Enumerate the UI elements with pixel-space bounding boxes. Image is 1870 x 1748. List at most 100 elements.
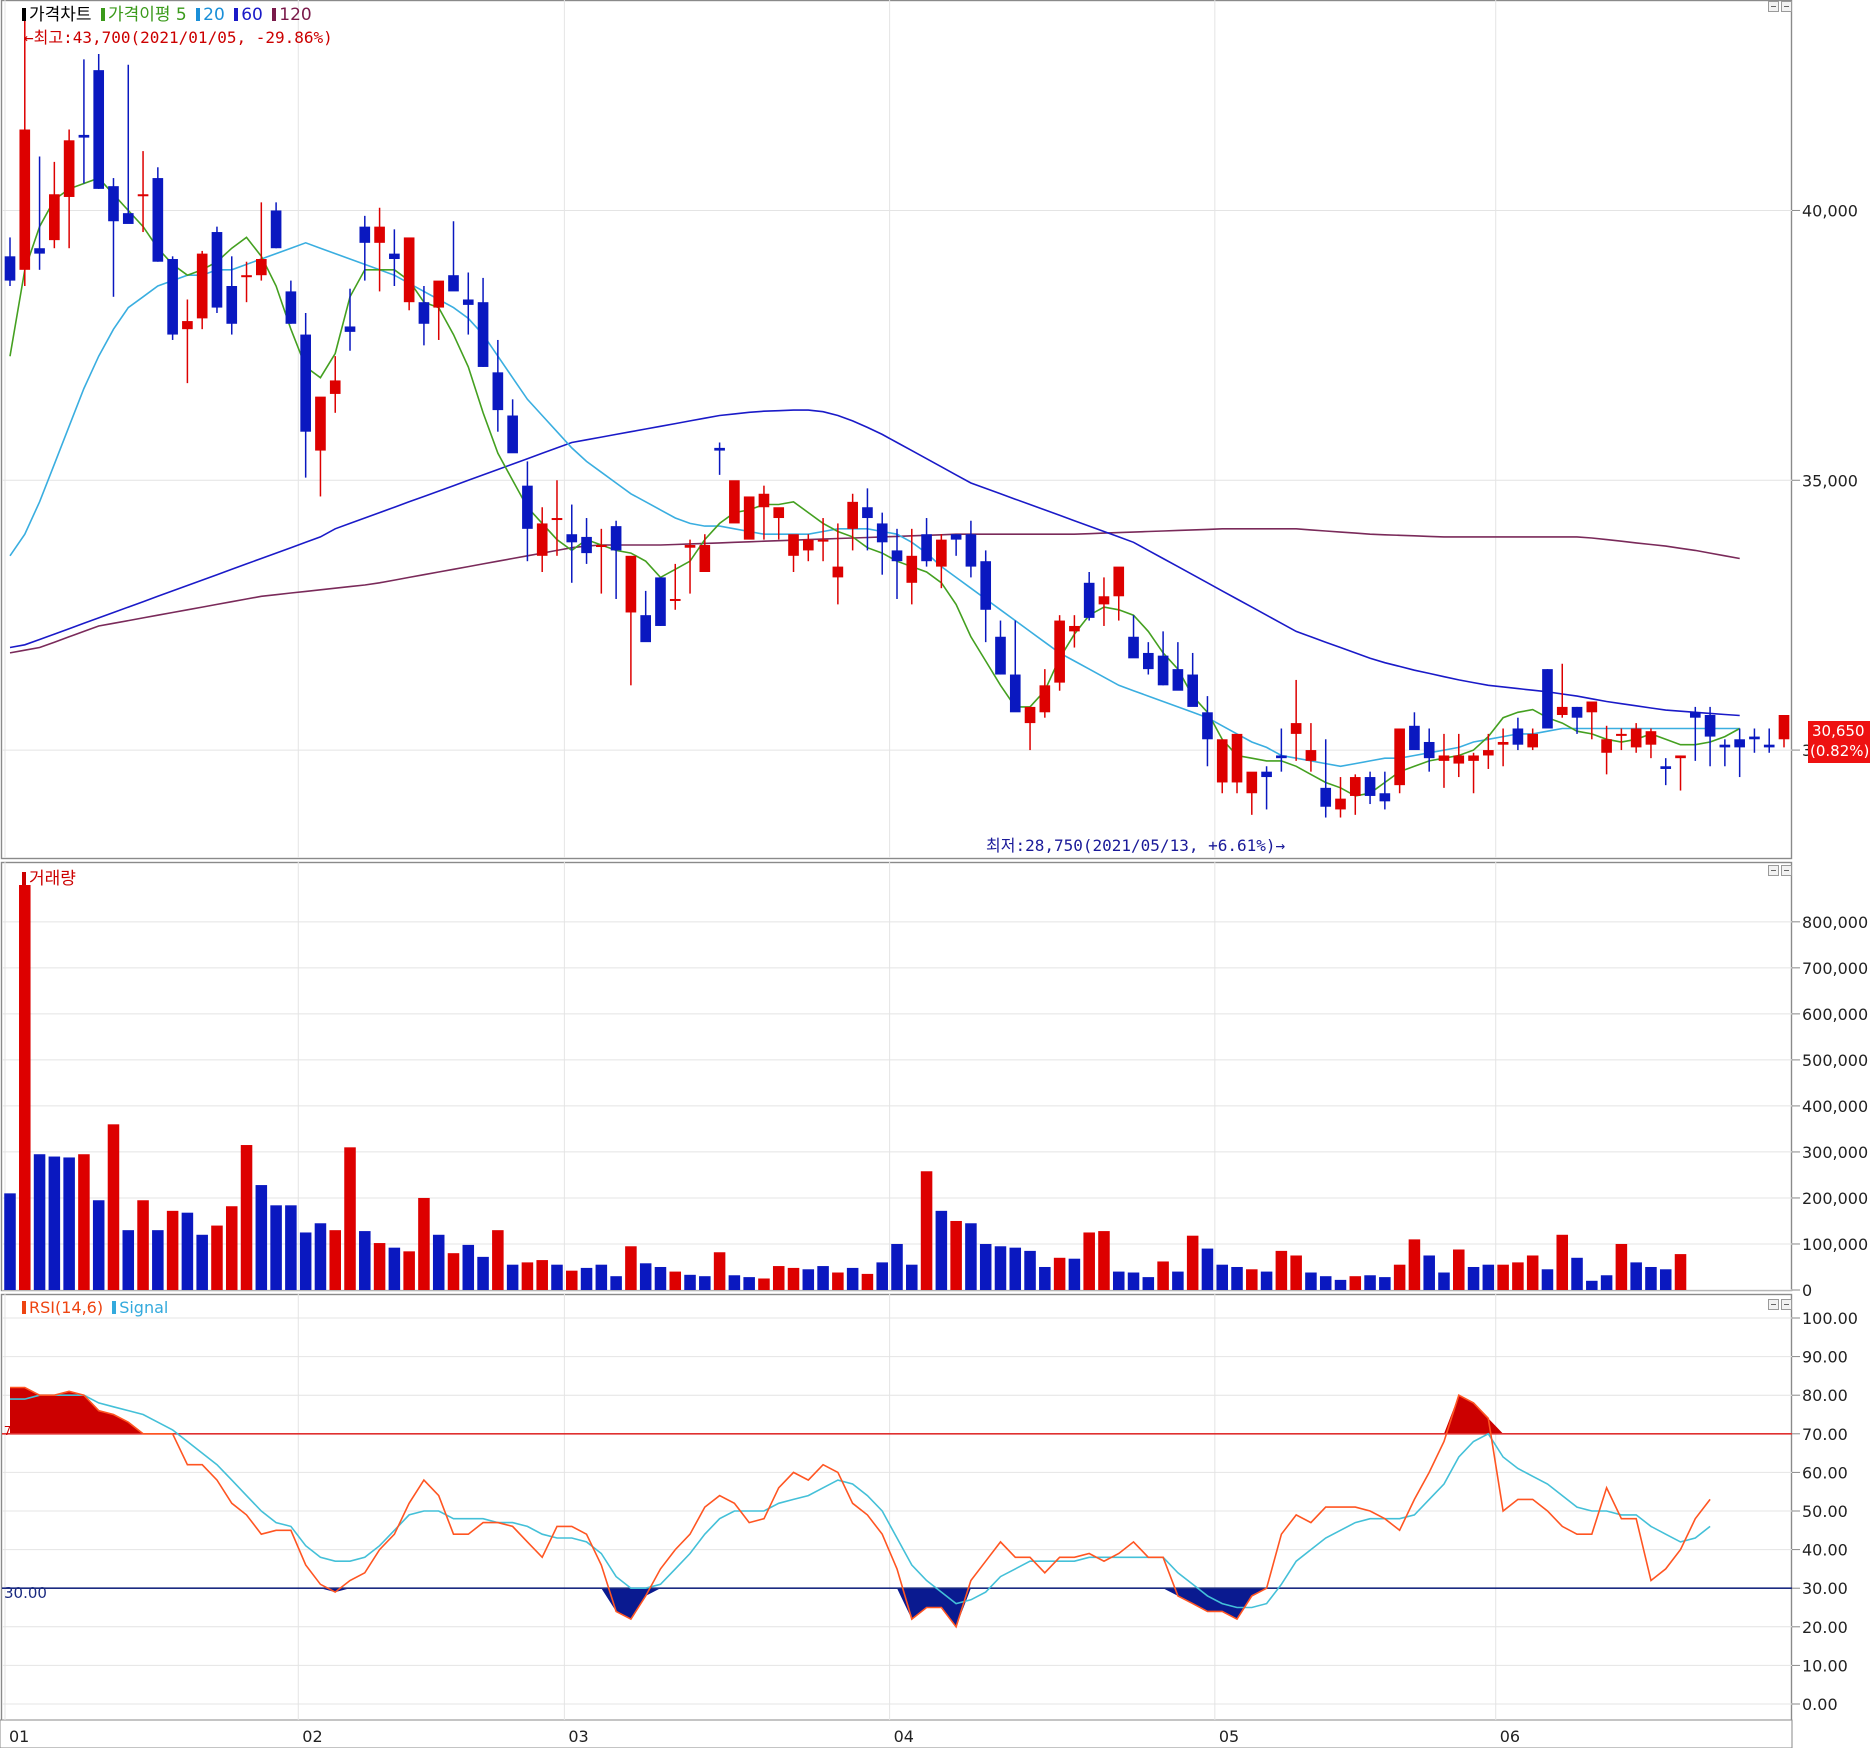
volume-bar — [359, 1231, 371, 1290]
volume-bar — [1127, 1272, 1140, 1290]
legend-price-chart[interactable]: 가격차트 — [22, 5, 94, 25]
candle-body — [226, 286, 238, 324]
volume-bar — [906, 1264, 918, 1290]
rsi-axis-label: 90.00 — [1802, 1348, 1848, 1367]
candle-body — [936, 539, 947, 567]
low-price-annotation: 최저:28,750(2021/05/13, +6.61%)→ — [986, 836, 1286, 855]
candle-body — [1142, 652, 1154, 670]
volume-bar — [447, 1253, 460, 1290]
price-pane-minimize-button[interactable] — [1768, 1, 1779, 12]
legend-signal[interactable]: Signal — [112, 1298, 170, 1317]
ma120-line — [9, 528, 1740, 654]
candle-body — [1616, 733, 1627, 736]
candle-body — [817, 539, 829, 542]
candle-body — [1009, 674, 1021, 713]
rsi-pane-close-button[interactable] — [1781, 1299, 1792, 1310]
volume-bar — [1379, 1277, 1391, 1290]
volume-bar — [1645, 1266, 1657, 1290]
rsi-axis-label: 50.00 — [1802, 1502, 1848, 1521]
volume-axis-label: 0 — [1802, 1281, 1812, 1300]
volume-bar — [4, 1193, 16, 1290]
candle-body — [1660, 766, 1672, 769]
volume-bar — [1201, 1248, 1214, 1290]
candle-body — [891, 550, 903, 562]
volume-pane-minimize-button[interactable] — [1768, 865, 1779, 876]
month-label: 06 — [1500, 1727, 1520, 1746]
candle-body — [448, 275, 459, 292]
chart-canvas: 01020304050640,00035,00030,000800,000700… — [0, 0, 1868, 1748]
candle-body — [1542, 669, 1553, 729]
candle-body — [344, 326, 356, 332]
volume-bar — [521, 1262, 534, 1290]
candle-body — [315, 396, 326, 451]
candle-body — [1645, 731, 1657, 745]
volume-bar — [1438, 1272, 1450, 1290]
candle-body — [1763, 744, 1775, 748]
volume-axis-label: 800,000 — [1802, 913, 1868, 932]
price-axis-label: 40,000 — [1802, 201, 1858, 220]
rsi-pane-minimize-button[interactable] — [1768, 1299, 1779, 1310]
month-label: 03 — [568, 1727, 588, 1746]
candle-body — [743, 496, 755, 540]
candle-body — [980, 561, 992, 610]
candle-body — [63, 140, 75, 197]
volume-bar — [832, 1272, 844, 1290]
volume-bar — [1600, 1275, 1613, 1290]
volume-bar — [566, 1270, 578, 1290]
volume-bar — [1364, 1275, 1376, 1290]
candle-body — [1098, 596, 1110, 605]
legend-ma120[interactable]: 120 — [272, 5, 313, 25]
volume-pane-close-button[interactable] — [1781, 865, 1792, 876]
volume-bar — [1453, 1249, 1465, 1290]
volume-bar — [418, 1197, 430, 1290]
volume-bar — [1423, 1255, 1435, 1290]
candle-body — [1187, 674, 1198, 707]
candle-body — [49, 194, 60, 241]
volume-bar — [876, 1262, 888, 1290]
volume-bar — [950, 1220, 962, 1290]
candle-body — [196, 253, 208, 319]
volume-bar — [1098, 1231, 1110, 1290]
candle-body — [1216, 739, 1228, 783]
candle-body — [1630, 728, 1642, 748]
candle-body — [1497, 741, 1509, 745]
candle-body — [1778, 715, 1790, 740]
volume-bar — [1275, 1250, 1288, 1290]
candle-body — [995, 636, 1006, 675]
rsi-axis-label: 10.00 — [1802, 1656, 1848, 1675]
candle-body — [389, 253, 400, 260]
candle-body — [625, 555, 637, 613]
legend-ma20[interactable]: 20 — [196, 5, 227, 25]
volume-bar — [1541, 1269, 1554, 1290]
volume-axis-label: 700,000 — [1802, 959, 1868, 978]
candle-body — [1586, 701, 1598, 713]
candle-body — [1468, 755, 1479, 761]
volume-bar — [1497, 1264, 1509, 1290]
candle-body — [241, 275, 252, 278]
volume-bar — [78, 1154, 90, 1290]
volume-bar — [580, 1267, 593, 1290]
month-label: 02 — [302, 1727, 322, 1746]
candle-body — [1483, 750, 1494, 756]
legend-ma5[interactable]: 가격이평 5 — [100, 5, 189, 25]
current-change: (0.82%) — [1810, 742, 1870, 760]
candle-body — [34, 248, 45, 254]
candle-body — [1024, 706, 1036, 724]
rsi-legend: RSI(14,6) Signal — [22, 1298, 172, 1317]
candle-body — [566, 534, 578, 543]
volume-bar — [107, 1124, 120, 1290]
candle-body — [108, 186, 119, 222]
legend-volume[interactable]: 거래량 — [22, 869, 78, 889]
legend-ma60[interactable]: 60 — [234, 5, 265, 25]
candle-body — [536, 523, 548, 556]
price-pane-close-button[interactable] — [1781, 1, 1792, 12]
candle-body — [19, 129, 31, 270]
candle-body — [1128, 636, 1139, 659]
volume-axis-label: 400,000 — [1802, 1097, 1868, 1116]
candle-body — [669, 598, 681, 601]
volume-bar — [92, 1200, 105, 1290]
legend-rsi[interactable]: RSI(14,6) — [22, 1298, 105, 1317]
candle-body — [1453, 755, 1465, 764]
volume-bar — [166, 1210, 179, 1290]
volume-bar — [891, 1243, 903, 1290]
